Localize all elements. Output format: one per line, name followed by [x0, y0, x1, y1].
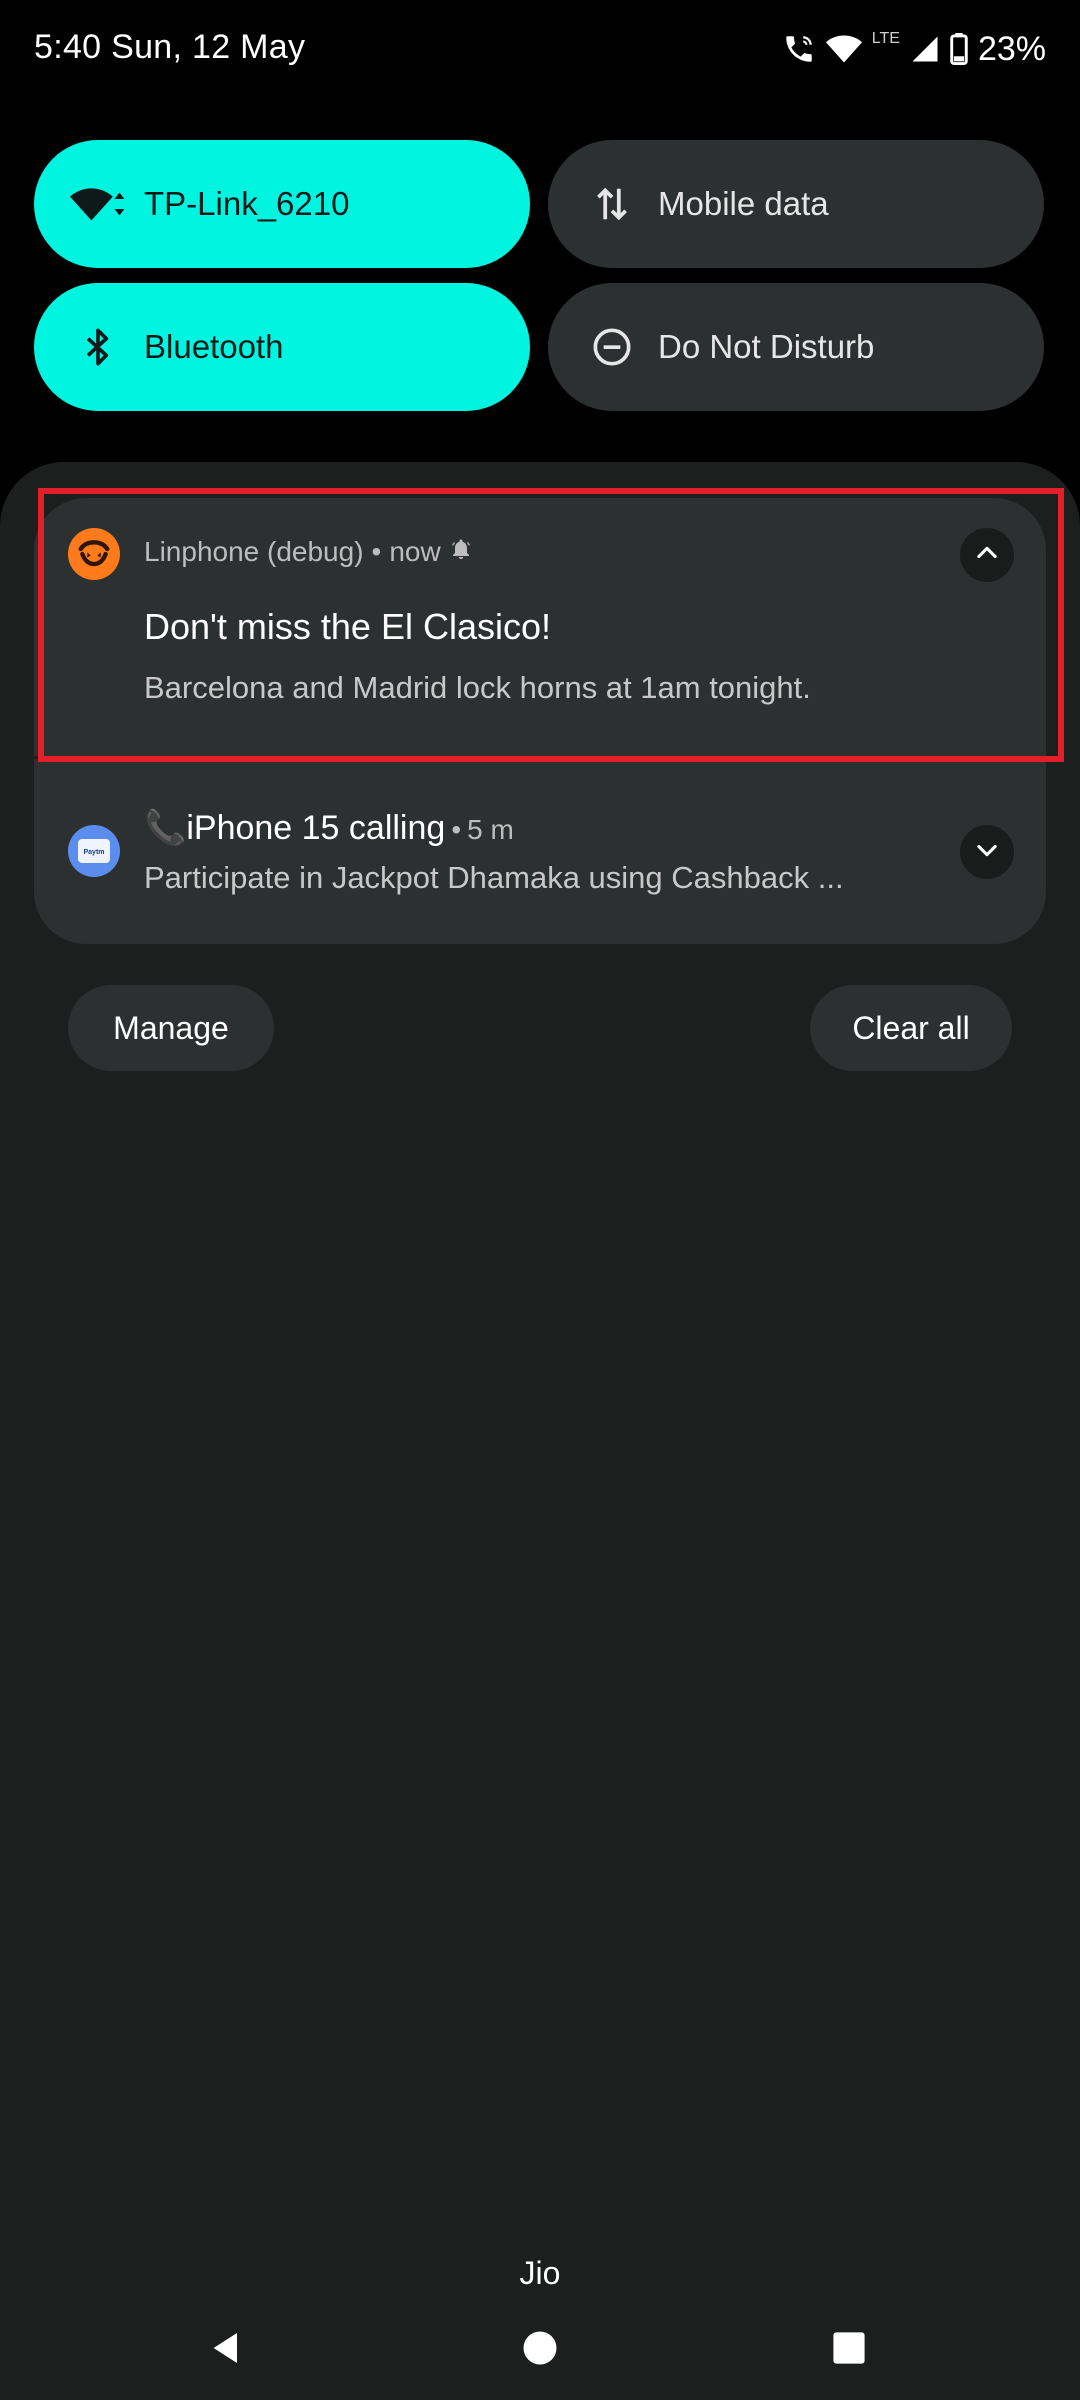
nav-back-button[interactable]	[192, 2315, 262, 2385]
manage-button[interactable]: Manage	[68, 985, 274, 1071]
notification-header: Linphone (debug) • now	[144, 536, 473, 568]
notification-time: 5 m	[467, 814, 514, 845]
notification-shade-screen: 5:40 Sun, 12 May LTE 23% TP-Link_6210 Mo…	[0, 0, 1080, 2400]
recents-square-icon	[832, 2331, 866, 2370]
mobile-data-tile-label: Mobile data	[658, 185, 829, 222]
battery-percent: 23%	[977, 29, 1046, 68]
wifi-signal-icon	[825, 33, 862, 65]
notification-group: Linphone (debug) • now Don't miss the El…	[34, 498, 1046, 944]
chevron-up-icon	[973, 539, 1001, 572]
paytm-icon: Paytm	[68, 825, 120, 877]
notification-time: now	[389, 536, 441, 567]
home-circle-icon	[522, 2330, 558, 2371]
status-time-date: 5:40 Sun, 12 May	[34, 28, 306, 66]
wifi-icon	[70, 176, 126, 232]
notification-divider	[34, 756, 1046, 759]
clear-all-button[interactable]: Clear all	[810, 985, 1012, 1071]
chevron-down-icon	[973, 836, 1001, 869]
data-arrows-icon	[584, 176, 640, 232]
notification-title: 📞iPhone 15 calling	[144, 809, 446, 847]
alerting-bell-icon	[449, 536, 473, 568]
wifi-tile[interactable]: TP-Link_6210	[34, 140, 530, 268]
notification-title-row: 📞iPhone 15 calling • 5 m	[144, 808, 514, 848]
nav-home-button[interactable]	[505, 2315, 575, 2385]
collapse-notification-button[interactable]	[960, 528, 1014, 582]
status-bar: 5:40 Sun, 12 May LTE 23%	[0, 0, 1080, 104]
status-icons: LTE 23%	[782, 26, 1046, 72]
mobile-data-tile[interactable]: Mobile data	[548, 140, 1044, 268]
back-triangle-icon	[207, 2328, 247, 2373]
nav-recents-button[interactable]	[814, 2315, 884, 2385]
bluetooth-tile[interactable]: Bluetooth	[34, 283, 530, 411]
bluetooth-tile-label: Bluetooth	[144, 328, 284, 365]
carrier-label: Jio	[519, 2255, 561, 2291]
notification-body: Barcelona and Madrid lock horns at 1am t…	[144, 670, 811, 705]
wifi-tile-label: TP-Link_6210	[144, 185, 350, 222]
notification-body: Participate in Jackpot Dhamaka using Cas…	[144, 860, 844, 895]
svg-text:Paytm: Paytm	[83, 849, 104, 856]
linphone-icon	[68, 528, 120, 580]
do-not-disturb-tile[interactable]: Do Not Disturb	[548, 283, 1044, 411]
battery-icon	[950, 33, 968, 65]
notification-app-name: Linphone (debug)	[144, 536, 364, 567]
wifi-calling-icon	[782, 32, 816, 66]
network-type-label: LTE	[871, 30, 900, 47]
expand-notification-button[interactable]	[960, 825, 1014, 879]
notification-title: Don't miss the El Clasico!	[144, 606, 552, 647]
dnd-icon	[584, 319, 640, 375]
dnd-tile-label: Do Not Disturb	[658, 328, 875, 365]
bluetooth-icon	[70, 319, 126, 375]
cell-signal-icon	[910, 34, 940, 64]
header-separator: •	[371, 536, 382, 567]
header-separator: •	[451, 814, 462, 845]
